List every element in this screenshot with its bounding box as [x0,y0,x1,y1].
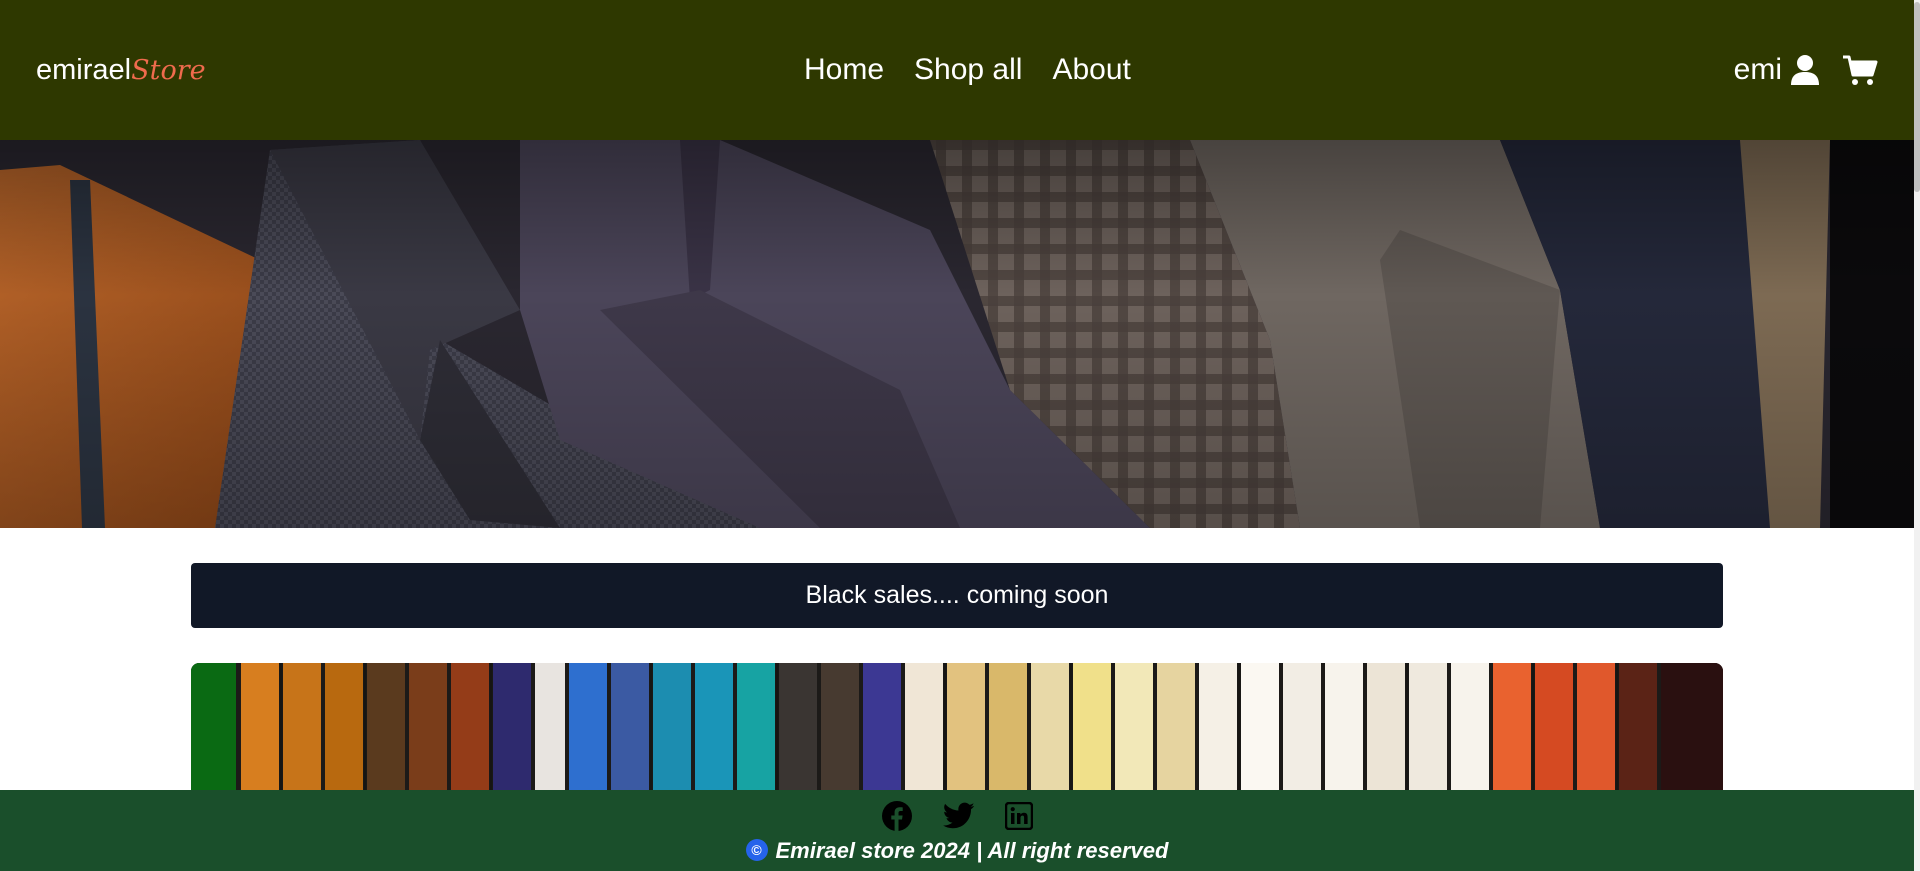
copyright-icon: © [745,839,768,862]
navbar: emirael Store Home Shop all About emi [0,0,1914,140]
page: emirael Store Home Shop all About emi Bl… [0,0,1920,871]
promo-text: Black sales.... coming soon [805,581,1109,609]
user-area: emi [1734,0,1878,140]
copyright-text: Emirael store 2024 | All right reserved [775,838,1169,863]
twitter-icon[interactable] [943,800,975,832]
facebook-icon[interactable] [881,800,913,832]
hero-image [0,140,1914,528]
main-nav: Home Shop all About [804,0,1131,140]
promo-banner: Black sales.... coming soon [191,563,1723,628]
scrollbar-thumb[interactable] [1914,2,1920,192]
brand-accent: Store [131,54,206,86]
social-links [0,800,1914,832]
user-name[interactable]: emi [1734,53,1782,87]
nav-shop-all[interactable]: Shop all [914,53,1022,87]
copyright: © Emirael store 2024 | All right reserved [0,838,1914,864]
brand-logo[interactable]: emirael Store [36,54,206,87]
shirts-image[interactable] [191,663,1723,803]
footer: © Emirael store 2024 | All right reserved [0,790,1914,871]
cart-icon[interactable] [1842,54,1878,86]
nav-about[interactable]: About [1052,53,1130,87]
linkedin-icon[interactable] [1005,800,1033,832]
user-icon[interactable] [1790,54,1820,86]
page-scrollbar[interactable] [1914,0,1920,871]
brand-name: emirael [36,53,132,86]
nav-home[interactable]: Home [804,53,884,87]
